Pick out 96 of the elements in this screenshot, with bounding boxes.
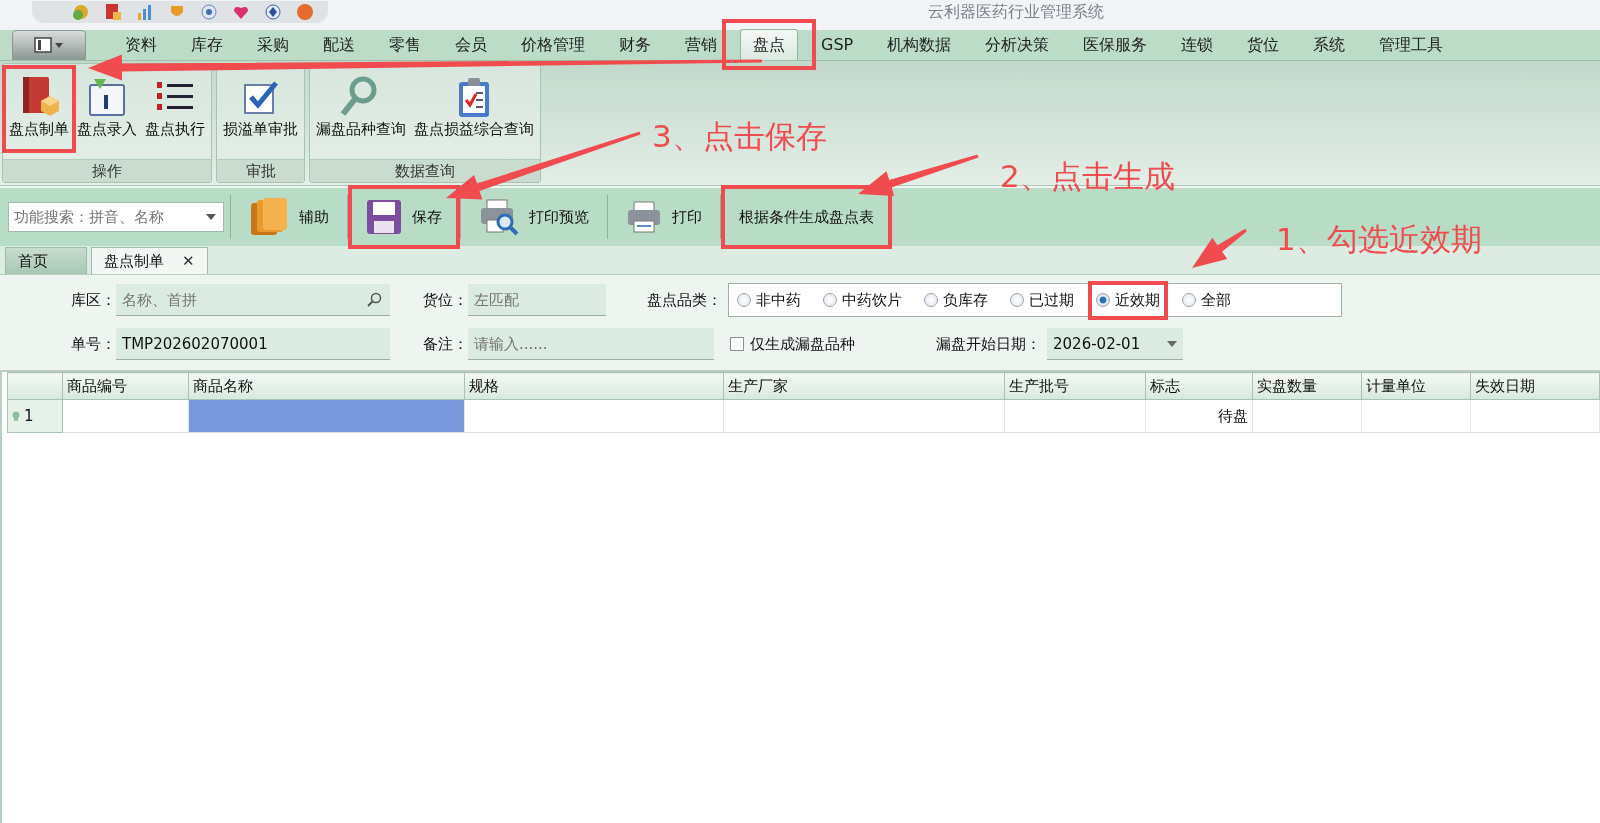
menu-tab[interactable]: 连锁 [1164,30,1231,60]
box-icon [104,3,122,21]
menu-tab[interactable]: 货位 [1230,30,1297,60]
table-cell[interactable] [1470,399,1600,433]
annotation-text: 1、勾选近效期 [1276,220,1482,259]
menu-tab[interactable]: 财务 [602,30,668,60]
table-cell[interactable] [1361,399,1471,433]
field-label: 单号： [70,334,116,354]
menu-tab[interactable]: 系统 [1296,30,1363,60]
table-cell[interactable] [62,399,189,433]
toolbar-button[interactable]: 辅助 [237,193,341,241]
radio-option[interactable]: 已过期 [1010,290,1074,310]
ribbon-button[interactable]: 损溢单审批 [221,70,300,148]
clipboard-icon [457,76,491,118]
group-label: 审批 [217,159,304,182]
dropdown-icon [206,214,216,220]
menu-tab[interactable]: 机构数据 [870,30,969,60]
dropdown-icon [1167,340,1177,347]
column-header[interactable]: 规格 [464,372,724,400]
input-field[interactable]: TMP202602070001 [116,328,390,360]
arrow [1192,228,1247,268]
app-menu-button[interactable] [12,30,86,60]
page-icon [88,77,126,117]
input-field[interactable]: 名称、首拼 [116,284,390,316]
printer-icon [626,200,662,234]
menu-tab[interactable]: 营销 [668,30,734,60]
column-header[interactable]: 商品名称 [188,372,465,400]
books-icon [249,197,289,237]
column-header[interactable]: 标志 [1145,372,1253,400]
ribbon-button[interactable]: 盘点损益综合查询 [412,70,536,148]
circle-icon [296,3,314,21]
panel-icon [34,37,64,53]
print-preview-icon [479,198,519,236]
column-header[interactable]: 生产厂家 [723,372,1005,400]
toolbar-button[interactable]: 打印预览 [467,193,601,241]
field-label: 盘点品类： [646,290,722,310]
radio-option[interactable]: 近效期 [1096,290,1160,310]
annotation-text: 2、点击生成 [1000,157,1175,196]
group-label: 数据查询 [310,159,540,182]
ribbon-button[interactable]: 盘点录入 [75,70,139,148]
table-cell[interactable] [1004,399,1146,433]
table-cell[interactable] [1252,399,1362,433]
menu-tab[interactable]: 库存 [174,30,240,60]
input-field[interactable]: 请输入...... [468,328,714,360]
menu-tab[interactable]: 医保服务 [1066,30,1165,60]
annotation-text: 3、点击保存 [652,117,827,156]
window-title: 云利器医药行业管理系统 [928,1,1104,23]
row-header: 1 [7,399,62,433]
column-header[interactable]: 失效日期 [1470,372,1600,400]
checkbox[interactable]: 仅生成漏盘品种 [730,334,855,354]
ribbon-button[interactable]: 盘点制单 [7,70,71,148]
menu-tab[interactable]: 价格管理 [504,30,602,60]
document-tab[interactable]: 首页 [5,247,87,274]
toolbar-button[interactable]: 根据条件生成盘点表 [727,193,886,241]
search-icon [366,292,382,308]
menu-tab[interactable]: 配送 [306,30,372,60]
field-label: 库区： [70,290,116,310]
floppy-icon [366,199,402,235]
radio-option[interactable]: 负库存 [924,290,988,310]
checkbox-icon [242,79,279,115]
column-header[interactable]: 计量单位 [1361,372,1471,400]
bar-chart-icon [136,3,154,21]
radio-option[interactable]: 中药饮片 [823,290,902,310]
toolbar-button[interactable]: 保存 [354,193,454,241]
group-label: 操作 [3,159,211,182]
table-cell[interactable] [464,399,724,433]
coin-icon [72,3,90,21]
date-field[interactable]: 2026-02-01 [1047,328,1183,360]
close-button[interactable]: ✕ [182,248,195,274]
toolbar-button[interactable]: 打印 [614,193,714,241]
menu-tab[interactable]: 管理工具 [1362,30,1461,60]
document-tab[interactable]: 盘点制单 ✕ [91,247,208,274]
menu-tab[interactable]: 采购 [240,30,306,60]
row-indicator-icon [12,411,20,421]
menu-tab[interactable]: 分析决策 [968,30,1067,60]
input-field[interactable]: 左匹配 [468,284,606,316]
ribbon-button[interactable]: 漏盘品种查询 [314,70,408,148]
column-header[interactable]: 商品编号 [62,372,189,400]
column-header[interactable]: 实盘数量 [1252,372,1362,400]
menu-tab[interactable]: GSP [804,30,871,60]
menu-tab[interactable]: 资料 [108,30,174,60]
search-field[interactable]: 功能搜索：拼音、名称 [8,202,224,232]
radio-option[interactable]: 全部 [1182,290,1231,310]
badge-icon [200,3,218,21]
table-cell[interactable]: 待盘 [1145,399,1253,433]
table-cell[interactable] [188,399,465,433]
ribbon-button[interactable]: 盘点执行 [143,70,207,148]
field-label: 货位： [422,290,468,310]
radio-option[interactable]: 非中药 [737,290,801,310]
menu-tab[interactable]: 会员 [438,30,504,60]
column-header[interactable]: 生产批号 [1004,372,1146,400]
menu-tab[interactable]: 零售 [372,30,438,60]
table-cell[interactable] [723,399,1005,433]
field-label: 备注： [422,334,468,354]
field-label: 漏盘开始日期： [935,334,1041,354]
menu-tab[interactable]: 盘点 [740,29,798,60]
